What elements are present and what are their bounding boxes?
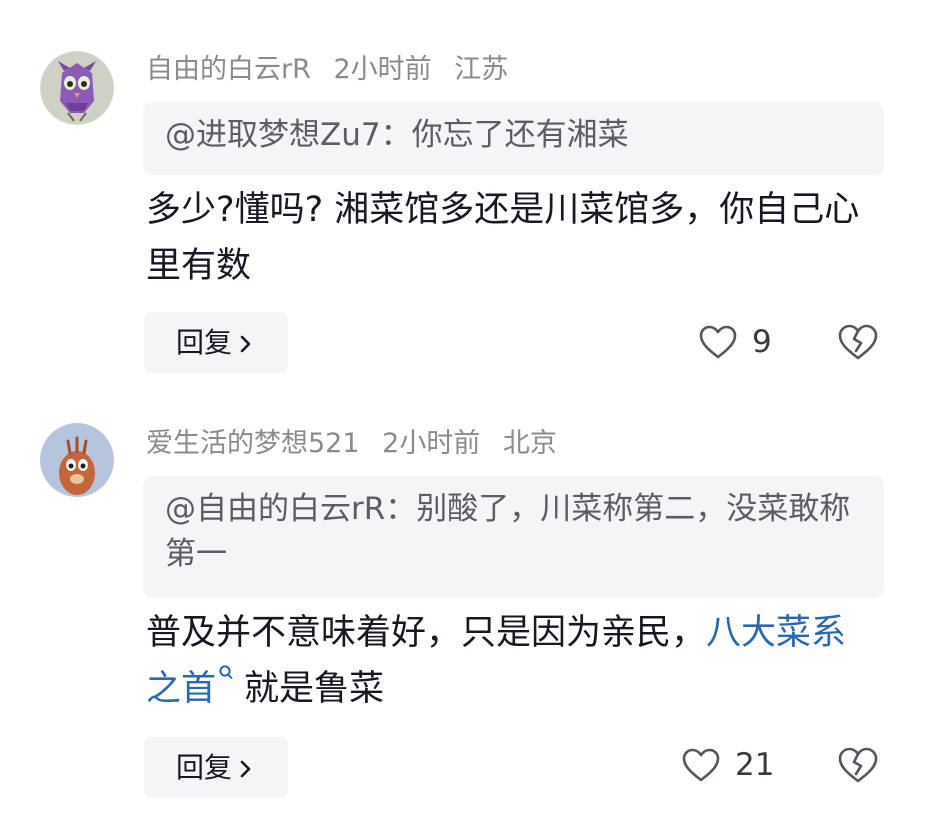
avatar[interactable] (40, 51, 114, 125)
reply-label: 回复 (176, 751, 233, 784)
comment-meta: 自由的白云rR 2小时前 江苏 (146, 53, 522, 87)
comment-location: 江苏 (454, 54, 509, 85)
reply-button[interactable]: 回复 (144, 312, 288, 373)
comment-text: 普及并不意味着好，只是因为亲民，八大菜系之首 就是鲁菜 (146, 605, 881, 717)
dislike-button[interactable] (836, 743, 880, 787)
comment-time: 2小时前 (382, 428, 481, 459)
like-count: 21 (735, 747, 775, 783)
quoted-reply: @自由的白云rR：别酸了，川菜称第二，没菜敢称第一 (143, 476, 884, 598)
heart-outline-icon (699, 325, 737, 359)
avatar[interactable] (40, 423, 114, 497)
comment-text: 多少?懂吗? 湘菜馆多还是川菜馆多，你自己心里有数 (146, 190, 860, 286)
author-name[interactable]: 爱生活的梦想521 (146, 428, 360, 459)
like-count: 9 (752, 324, 772, 360)
dislike-button[interactable] (836, 320, 880, 364)
comment-location: 北京 (502, 428, 557, 459)
cartoon-creature-avatar-icon (40, 423, 114, 497)
broken-heart-icon (838, 747, 878, 783)
cartoon-owl-avatar-icon (40, 51, 114, 125)
comment-item: 爱生活的梦想521 2小时前 北京 @自由的白云rR：别酸了，川菜称第二，没菜敢… (0, 400, 926, 825)
comment-item: 自由的白云rR 2小时前 江苏 @进取梦想Zu7：你忘了还有湘菜 多少?懂吗? … (0, 0, 926, 400)
author-name[interactable]: 自由的白云rR (146, 54, 311, 85)
like-button[interactable]: 9 (698, 320, 772, 364)
search-icon[interactable] (218, 664, 234, 686)
quoted-reply: @进取梦想Zu7：你忘了还有湘菜 (143, 102, 884, 175)
broken-heart-icon (838, 324, 878, 360)
reply-button[interactable]: 回复 (144, 737, 288, 798)
chevron-right-icon (240, 335, 251, 353)
comment-text-after-link: 就是鲁菜 (244, 669, 385, 709)
reply-label: 回复 (176, 326, 233, 359)
comment-text-before-link: 普及并不意味着好，只是因为亲民， (146, 613, 707, 653)
like-button[interactable]: 21 (681, 743, 774, 787)
comment-time: 2小时前 (333, 54, 432, 85)
chevron-right-icon (240, 760, 251, 778)
heart-outline-icon (682, 748, 720, 782)
comment-meta: 爱生活的梦想521 2小时前 北京 (146, 427, 571, 461)
